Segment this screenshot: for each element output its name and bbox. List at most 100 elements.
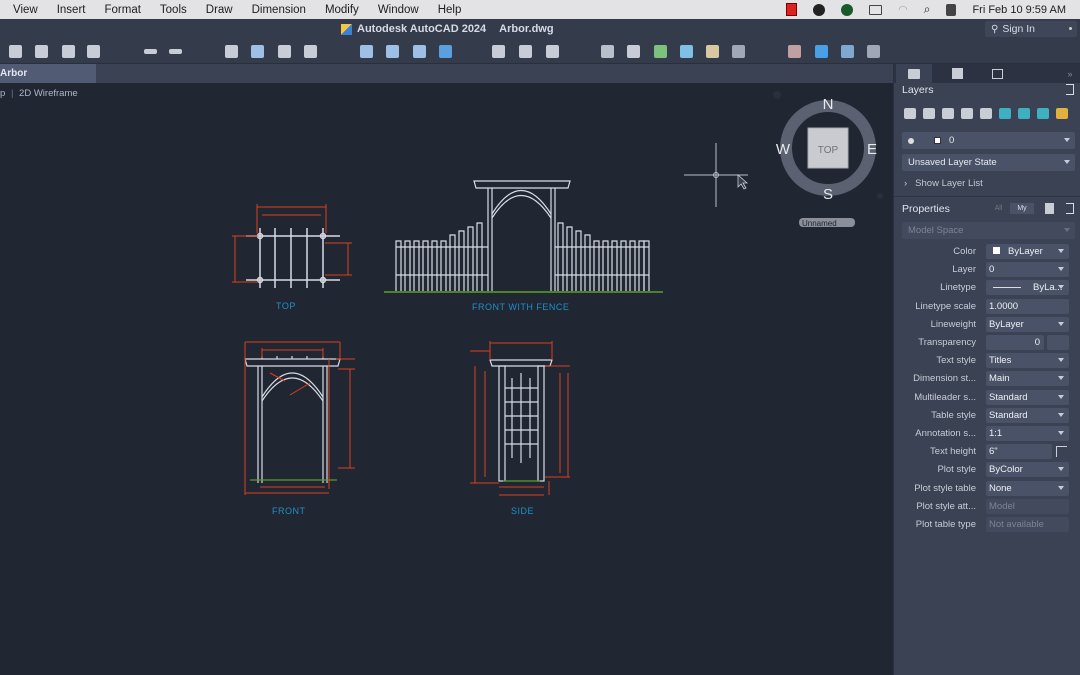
save-as-icon[interactable]: [87, 45, 100, 58]
toggle-all[interactable]: All: [989, 203, 1008, 214]
quick-select-icon[interactable]: [654, 45, 667, 58]
property-value-dropdown[interactable]: ByLa...: [986, 280, 1069, 296]
dollar-tray-icon[interactable]: [841, 3, 854, 16]
menu-dimension[interactable]: Dimension: [252, 4, 306, 16]
pick-point-icon[interactable]: [1056, 446, 1067, 458]
menu-view[interactable]: View: [13, 4, 38, 16]
app-tray-icon[interactable]: [813, 3, 826, 16]
layout-icon[interactable]: [867, 45, 880, 58]
undo-icon[interactable]: [144, 49, 157, 54]
off-icon[interactable]: [1018, 108, 1030, 119]
freeze-icon[interactable]: [999, 108, 1011, 119]
dock-icon[interactable]: [1066, 84, 1074, 95]
isolate-icon[interactable]: [980, 108, 992, 119]
property-value-dropdown[interactable]: Main: [986, 371, 1069, 387]
send-icon[interactable]: [815, 45, 828, 58]
recording-icon[interactable]: [786, 3, 798, 16]
block-icon[interactable]: [680, 45, 693, 58]
property-value-dropdown[interactable]: None: [986, 480, 1069, 496]
property-label: Plot style table: [914, 482, 976, 494]
lock-icon[interactable]: [1037, 108, 1049, 119]
pan-icon[interactable]: [519, 45, 532, 58]
fence-picket: [620, 240, 627, 291]
property-value-dropdown[interactable]: Titles: [986, 353, 1069, 369]
unlock-icon[interactable]: [1056, 108, 1068, 119]
drawing-canvas[interactable]: TOP FRONT WITH FENCE FRONT SIDE TOP N S …: [0, 83, 893, 675]
tab-blocks[interactable]: [939, 64, 975, 83]
current-layer-dropdown[interactable]: 0: [902, 132, 1075, 149]
toggle-my[interactable]: My: [1010, 203, 1034, 214]
sign-in-button[interactable]: ⚲ Sign In: [985, 21, 1077, 37]
match-layer-icon[interactable]: [942, 108, 954, 119]
menu-modify[interactable]: Modify: [325, 4, 359, 16]
compass-west[interactable]: W: [776, 141, 791, 158]
viewcube-top-label[interactable]: TOP: [818, 145, 839, 156]
wifi-icon[interactable]: ◠: [898, 3, 908, 16]
display-icon[interactable]: [869, 4, 883, 15]
search-icon[interactable]: ⌕: [924, 2, 931, 17]
dock-properties-icon[interactable]: [1066, 203, 1074, 214]
drawing-viewport[interactable]: p | 2D Wireframe TOP FRONT WITH FENCE FR…: [0, 83, 893, 675]
property-label: Transparency: [918, 337, 976, 348]
divider: [894, 196, 1080, 197]
clock[interactable]: Fri Feb 10 9:59 AM: [972, 4, 1066, 16]
menu-window[interactable]: Window: [378, 4, 419, 16]
plot-icon[interactable]: [225, 45, 238, 58]
save-icon[interactable]: [62, 45, 75, 58]
layer-state-icon[interactable]: [601, 45, 614, 58]
new-icon[interactable]: [9, 45, 22, 58]
orbit-icon[interactable]: [546, 45, 559, 58]
layer-tools-row: [902, 108, 1074, 122]
insert-icon[interactable]: [706, 45, 719, 58]
attach-icon[interactable]: [413, 45, 426, 58]
menu-insert[interactable]: Insert: [57, 4, 86, 16]
property-value-dropdown[interactable]: Standard: [986, 407, 1069, 423]
chevron-down-icon: [1058, 485, 1064, 490]
control-center-icon[interactable]: [946, 3, 957, 16]
property-value-dropdown[interactable]: ByColor: [986, 462, 1069, 478]
share-icon[interactable]: [439, 45, 452, 58]
publish-icon[interactable]: [304, 45, 317, 58]
menu-draw[interactable]: Draw: [206, 4, 233, 16]
menu-help[interactable]: Help: [438, 4, 462, 16]
xref-icon[interactable]: [732, 45, 745, 58]
import-icon[interactable]: [360, 45, 373, 58]
layer-properties-icon[interactable]: [904, 108, 916, 119]
compass-south[interactable]: S: [823, 186, 833, 203]
viewports-icon[interactable]: [841, 45, 854, 58]
edit-properties-icon[interactable]: [1045, 203, 1054, 214]
menu-tools[interactable]: Tools: [160, 4, 187, 16]
open-icon[interactable]: [35, 45, 48, 58]
show-layer-list-toggle[interactable]: › Show Layer List: [904, 178, 983, 189]
layer-state-dropdown[interactable]: Unsaved Layer State: [902, 154, 1075, 171]
previous-layer-icon[interactable]: [961, 108, 973, 119]
tab-properties[interactable]: [979, 64, 1015, 83]
zoom-window-icon[interactable]: [492, 45, 505, 58]
property-value-dropdown[interactable]: Standard: [986, 389, 1069, 405]
tab-layers[interactable]: [896, 64, 932, 83]
menu-format[interactable]: Format: [104, 4, 140, 16]
compass-north[interactable]: N: [823, 96, 834, 113]
set-current-icon[interactable]: [923, 108, 935, 119]
property-value-dropdown[interactable]: 1:1: [986, 426, 1069, 441]
property-value-input[interactable]: 6": [986, 444, 1052, 460]
compass-east[interactable]: E: [867, 141, 877, 158]
property-value-input[interactable]: 0: [986, 335, 1044, 350]
transparency-byLayer-button[interactable]: [1047, 335, 1069, 350]
page-setup-icon[interactable]: [278, 45, 291, 58]
batch-plot-icon[interactable]: [251, 45, 264, 58]
expand-palette-button[interactable]: »: [1060, 64, 1080, 83]
tab-arbor[interactable]: Arbor: [0, 64, 96, 83]
sheet-set-icon[interactable]: [788, 45, 801, 58]
property-value-dropdown[interactable]: ByLayer: [986, 244, 1069, 259]
context-dropdown[interactable]: Model Space: [902, 222, 1075, 239]
property-value-dropdown[interactable]: 0: [986, 262, 1069, 278]
property-value-dropdown[interactable]: ByLayer: [986, 316, 1069, 332]
match-properties-icon[interactable]: [627, 45, 640, 58]
export-icon[interactable]: [386, 45, 399, 58]
property-value-text: 0: [989, 264, 995, 276]
redo-icon[interactable]: [169, 49, 182, 54]
property-value-input[interactable]: 1.0000: [986, 298, 1069, 314]
ucs-label[interactable]: Unnamed: [802, 219, 837, 228]
arbor-top-beam: [473, 180, 571, 189]
